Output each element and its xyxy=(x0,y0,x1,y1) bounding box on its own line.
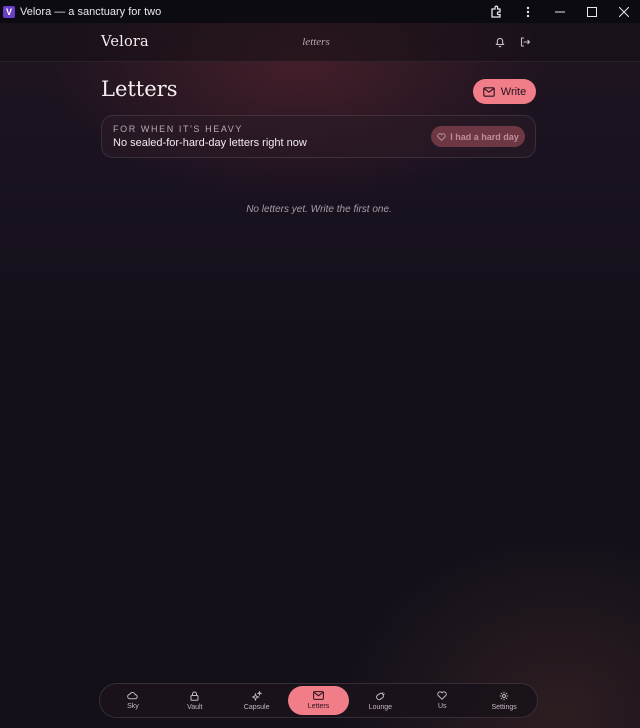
mail-icon xyxy=(483,86,495,97)
nav-label-settings: Settings xyxy=(491,703,517,711)
window-titlebar: V Velora — a sanctuary for two xyxy=(0,0,640,23)
nav-label-sky: Sky xyxy=(127,703,139,710)
current-section-label: letters xyxy=(302,36,330,48)
heart-icon xyxy=(437,132,446,141)
hard-day-kicker: FOR WHEN IT'S HEAVY xyxy=(113,124,243,134)
page-title: Letters xyxy=(101,77,178,101)
nav-label-letters: Letters xyxy=(307,703,330,710)
maximize-icon[interactable] xyxy=(576,0,608,23)
nav-label-us: Us xyxy=(437,703,447,710)
extensions-icon[interactable] xyxy=(480,0,512,23)
gear-icon xyxy=(499,691,509,700)
close-icon[interactable] xyxy=(608,0,640,23)
sparkles-icon xyxy=(251,690,262,701)
nav-item-settings[interactable]: Settings xyxy=(473,686,535,715)
hard-day-card: FOR WHEN IT'S HEAVY No sealed-for-hard-d… xyxy=(101,115,536,158)
bell-icon[interactable] xyxy=(492,34,508,50)
logout-icon[interactable] xyxy=(517,34,533,50)
gamepad-icon xyxy=(375,691,385,700)
app-logo-icon: V xyxy=(3,5,15,18)
nav-label-lounge: Lounge xyxy=(368,703,393,711)
hard-day-button-label: I had a hard day xyxy=(450,131,519,142)
nav-item-sky[interactable]: Sky xyxy=(102,686,164,715)
nav-item-us[interactable]: Us xyxy=(411,686,473,715)
mail-icon xyxy=(313,691,324,700)
window-title: Velora — a sanctuary for two xyxy=(20,5,162,18)
heart-icon xyxy=(437,691,447,700)
nav-label-vault: Vault xyxy=(187,703,203,711)
nav-item-letters[interactable]: Letters xyxy=(287,686,350,715)
lock-icon xyxy=(190,691,199,701)
nav-label-capsule: Capsule xyxy=(243,703,270,711)
cloud-icon xyxy=(127,692,139,700)
hard-day-button[interactable]: I had a hard day xyxy=(431,126,525,147)
bottom-nav: Sky Vault Capsule Letters Lounge Us Sett… xyxy=(99,683,538,718)
minimize-icon[interactable] xyxy=(544,0,576,23)
hard-day-message: No sealed-for-hard-day letters right now xyxy=(113,137,307,149)
nav-item-lounge[interactable]: Lounge xyxy=(349,686,411,715)
nav-item-capsule[interactable]: Capsule xyxy=(226,686,288,715)
nav-item-vault[interactable]: Vault xyxy=(164,686,226,715)
more-options-icon[interactable] xyxy=(512,0,544,23)
write-letter-button[interactable]: Write xyxy=(473,79,536,104)
empty-state-message: No letters yet. Write the first one. xyxy=(246,204,392,215)
write-button-label: Write xyxy=(500,85,527,98)
app-header: Velora letters xyxy=(0,23,640,62)
app-surface: Velora letters Letters Write FOR WHEN IT… xyxy=(0,23,640,728)
